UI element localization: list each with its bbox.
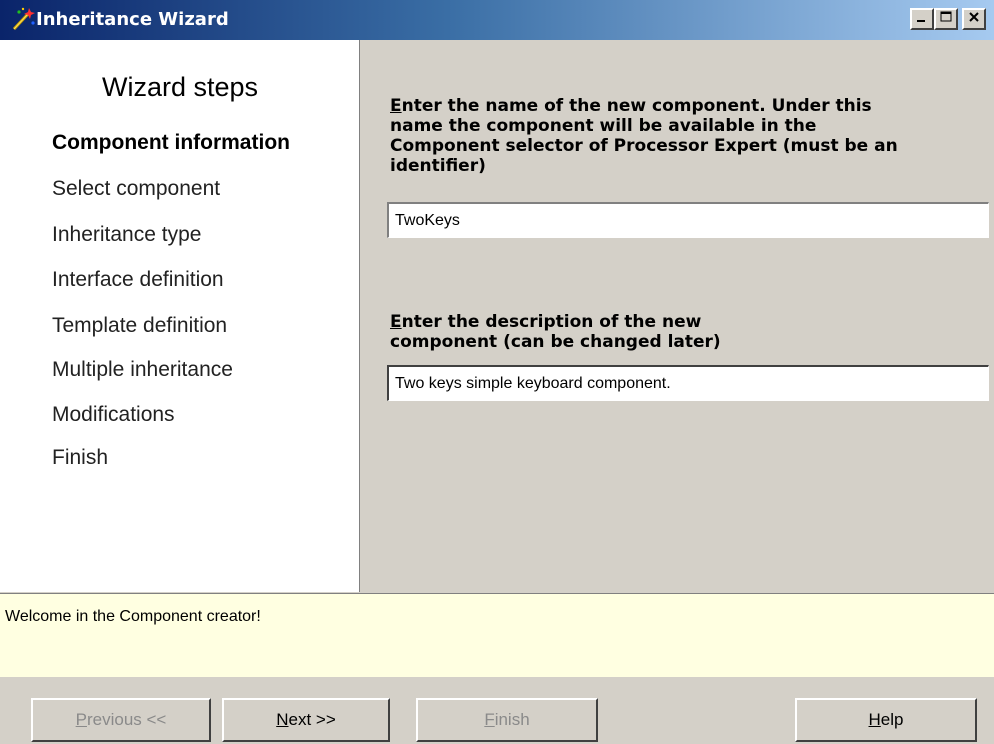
button-bar: Previous << Next >> Finish Help [0,677,994,744]
previous-button[interactable]: Previous << [31,698,211,742]
component-description-input[interactable] [387,365,989,401]
status-area: Welcome in the Component creator! [0,593,994,677]
step-inheritance-type: Inheritance type [52,223,202,246]
component-name-input[interactable] [387,202,989,238]
maximize-button[interactable] [934,8,958,30]
next-button[interactable]: Next >> [222,698,390,742]
step-template-definition: Template definition [52,314,228,337]
name-prompt: Enter the name of the new component. Und… [390,96,898,176]
step-component-information: Component information [52,131,290,154]
step-interface-definition: Interface definition [52,268,224,291]
finish-button[interactable]: Finish [416,698,598,742]
wizard-steps-panel: Wizard steps Component information Selec… [0,40,360,592]
minimize-icon [915,10,929,29]
description-prompt: Enter the description of the new compone… [390,312,721,352]
inheritance-wizard-window: Inheritance Wizard Wizard steps Componen… [0,0,994,744]
status-message: Welcome in the Component creator! [5,608,261,625]
steps-heading: Wizard steps [101,72,259,102]
step-modifications: Modifications [52,403,175,426]
maximize-icon [939,10,953,29]
step-multiple-inheritance: Multiple inheritance [52,358,233,381]
window-title: Inheritance Wizard [36,9,229,30]
close-button[interactable] [962,8,986,30]
close-icon [967,10,981,29]
minimize-button[interactable] [910,8,934,30]
component-info-form: Enter the name of the new component. Und… [361,40,994,592]
step-finish: Finish [52,446,109,469]
step-select-component: Select component [52,177,221,200]
help-button[interactable]: Help [795,698,977,742]
title-bar[interactable]: Inheritance Wizard [0,0,994,40]
wizard-wand-icon [10,6,36,32]
